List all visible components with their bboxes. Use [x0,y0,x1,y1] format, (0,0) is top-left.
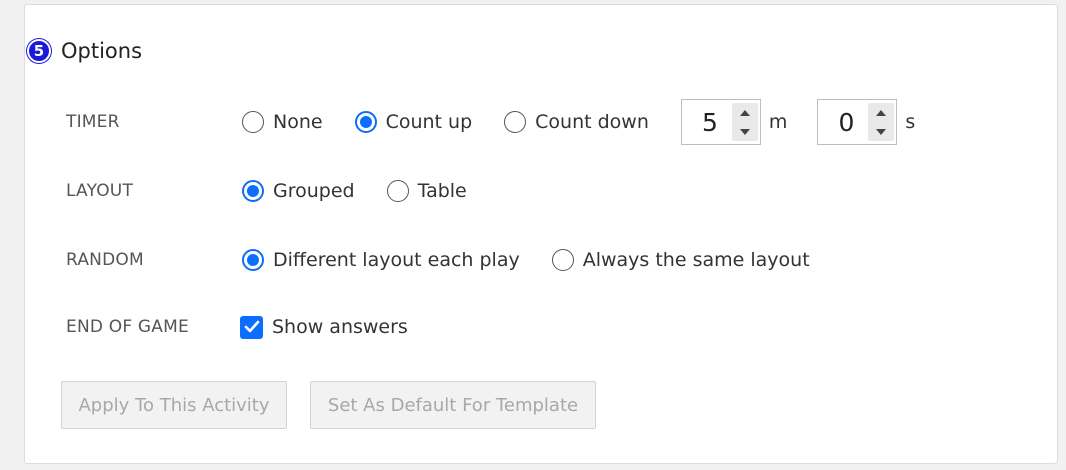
seconds-value[interactable]: 0 [818,108,868,137]
checkmark-icon [244,320,259,333]
show-answers-label: Show answers [272,316,408,338]
random-row: RANDOM Different layout each play Always… [66,240,1057,280]
seconds-stepper[interactable]: 0 [817,99,898,145]
show-answers-checkbox[interactable] [240,315,263,339]
random-option-different[interactable]: Different layout each play [242,249,520,271]
random-different-label: Different layout each play [273,249,520,271]
timer-none-label: None [273,111,323,133]
layout-grouped-label: Grouped [273,180,355,202]
timer-option-count-down[interactable]: Count down [504,111,649,133]
spin-down-icon[interactable] [739,128,751,136]
random-different-radio[interactable] [242,249,264,271]
timer-none-radio[interactable] [242,111,264,133]
minutes-spin-buttons[interactable] [731,103,758,141]
timer-option-count-up[interactable]: Count up [354,111,473,133]
spin-down-icon[interactable] [875,128,887,136]
end-of-game-row: END OF GAME Show answers [66,307,1057,347]
section-title: Options [61,39,143,63]
seconds-spin-buttons[interactable] [868,103,895,141]
random-same-radio[interactable] [551,249,574,271]
section-header: 5 Options [27,39,142,63]
timer-count-up-radio[interactable] [354,111,377,133]
layout-label: LAYOUT [66,181,134,201]
set-default-template-button[interactable]: Set As Default For Template [310,381,596,429]
spin-up-icon[interactable] [875,109,887,117]
random-option-same[interactable]: Always the same layout [551,249,810,271]
spin-up-icon[interactable] [739,109,751,117]
minutes-value[interactable]: 5 [682,108,732,137]
layout-option-grouped[interactable]: Grouped [242,180,355,202]
end-of-game-label: END OF GAME [66,317,189,337]
timer-row: TIMER None Count up Count down 5 m 0 s [66,99,1057,145]
minutes-stepper[interactable]: 5 [680,99,761,145]
layout-grouped-radio[interactable] [242,180,264,202]
show-answers-option[interactable]: Show answers [240,315,408,339]
minutes-unit: m [768,111,788,133]
timer-count-down-radio[interactable] [504,111,527,133]
layout-table-radio[interactable] [386,180,409,202]
random-same-label: Always the same layout [582,249,810,271]
step-number-badge: 5 [27,39,51,63]
options-panel: 5 Options TIMER None Count up Count down… [24,4,1058,464]
apply-to-activity-button[interactable]: Apply To This Activity [61,381,287,429]
layout-table-label: Table [417,180,467,202]
layout-row: LAYOUT Grouped Table [66,171,1057,211]
random-label: RANDOM [66,250,144,270]
seconds-unit: s [905,111,916,133]
timer-count-down-label: Count down [535,111,649,133]
timer-count-up-label: Count up [385,111,473,133]
layout-option-table[interactable]: Table [386,180,467,202]
timer-label: TIMER [66,112,120,132]
timer-option-none[interactable]: None [242,111,323,133]
